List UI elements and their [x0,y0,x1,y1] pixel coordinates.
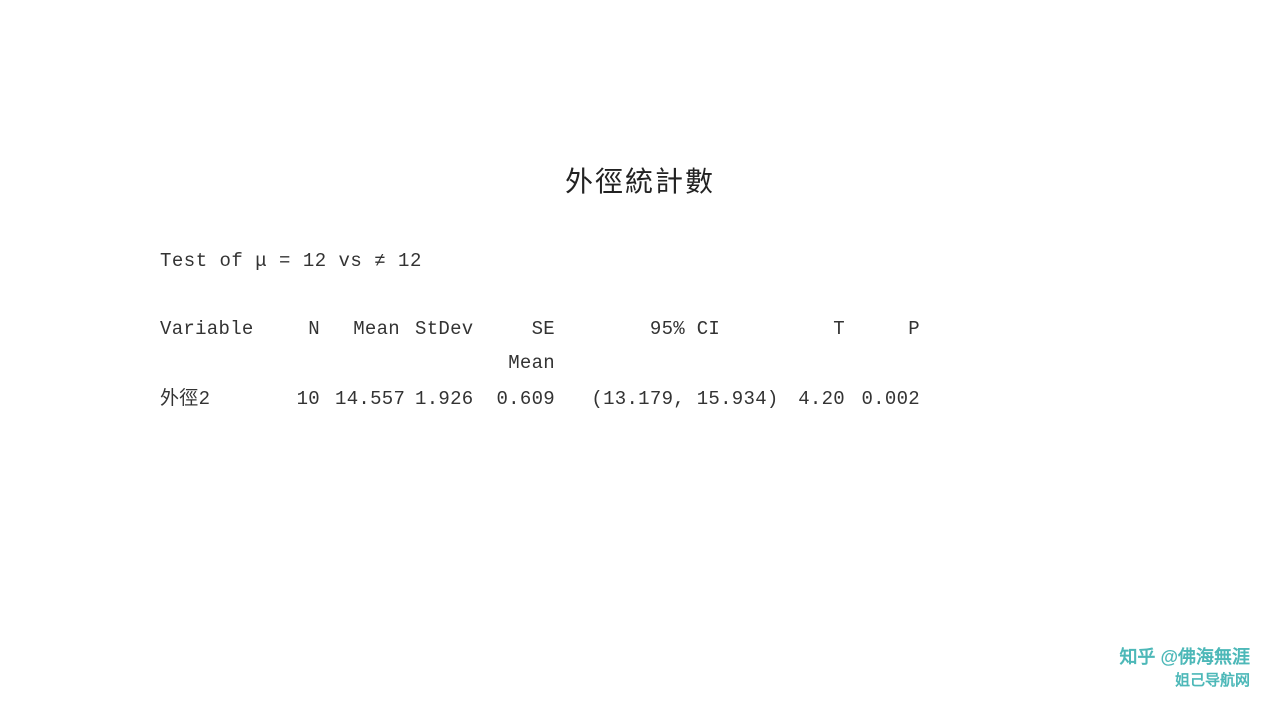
main-content: 外徑統計數 Test of μ = 12 vs ≠ 12 Variable N … [160,160,1120,417]
header-variable: Variable [160,312,280,380]
cell-semean: 0.609 [480,382,575,416]
cell-ci: (13.179, 15.934) [575,382,795,416]
watermark-line2: 姐己导航网 [1175,669,1250,690]
header-ci: 95% CI [575,312,795,380]
header-semean: SE Mean [480,312,575,380]
header-t: T [795,312,860,380]
stats-table: Variable N Mean StDev SE Mean 95% CI T P… [160,312,1120,417]
page-title: 外徑統計數 [160,160,1120,200]
cell-variable: 外徑2 [160,382,280,416]
test-statement: Test of μ = 12 vs ≠ 12 [160,250,1120,272]
cell-t: 4.20 [795,382,860,416]
table-header: Variable N Mean StDev SE Mean 95% CI T P [160,312,1120,380]
cell-stdev: 1.926 [415,382,480,416]
header-stdev: StDev [415,312,480,380]
cell-n: 10 [280,382,335,416]
watermark-line1: 知乎 @佛海無涯 [1119,643,1250,669]
table-row: 外徑2 10 14.557 1.926 0.609 (13.179, 15.93… [160,382,1120,416]
header-mean: Mean [335,312,415,380]
cell-mean: 14.557 [335,382,415,416]
header-n: N [280,312,335,380]
header-p: P [860,312,920,380]
watermark: 知乎 @佛海無涯 姐己导航网 [1119,643,1250,690]
cell-p: 0.002 [860,382,920,416]
